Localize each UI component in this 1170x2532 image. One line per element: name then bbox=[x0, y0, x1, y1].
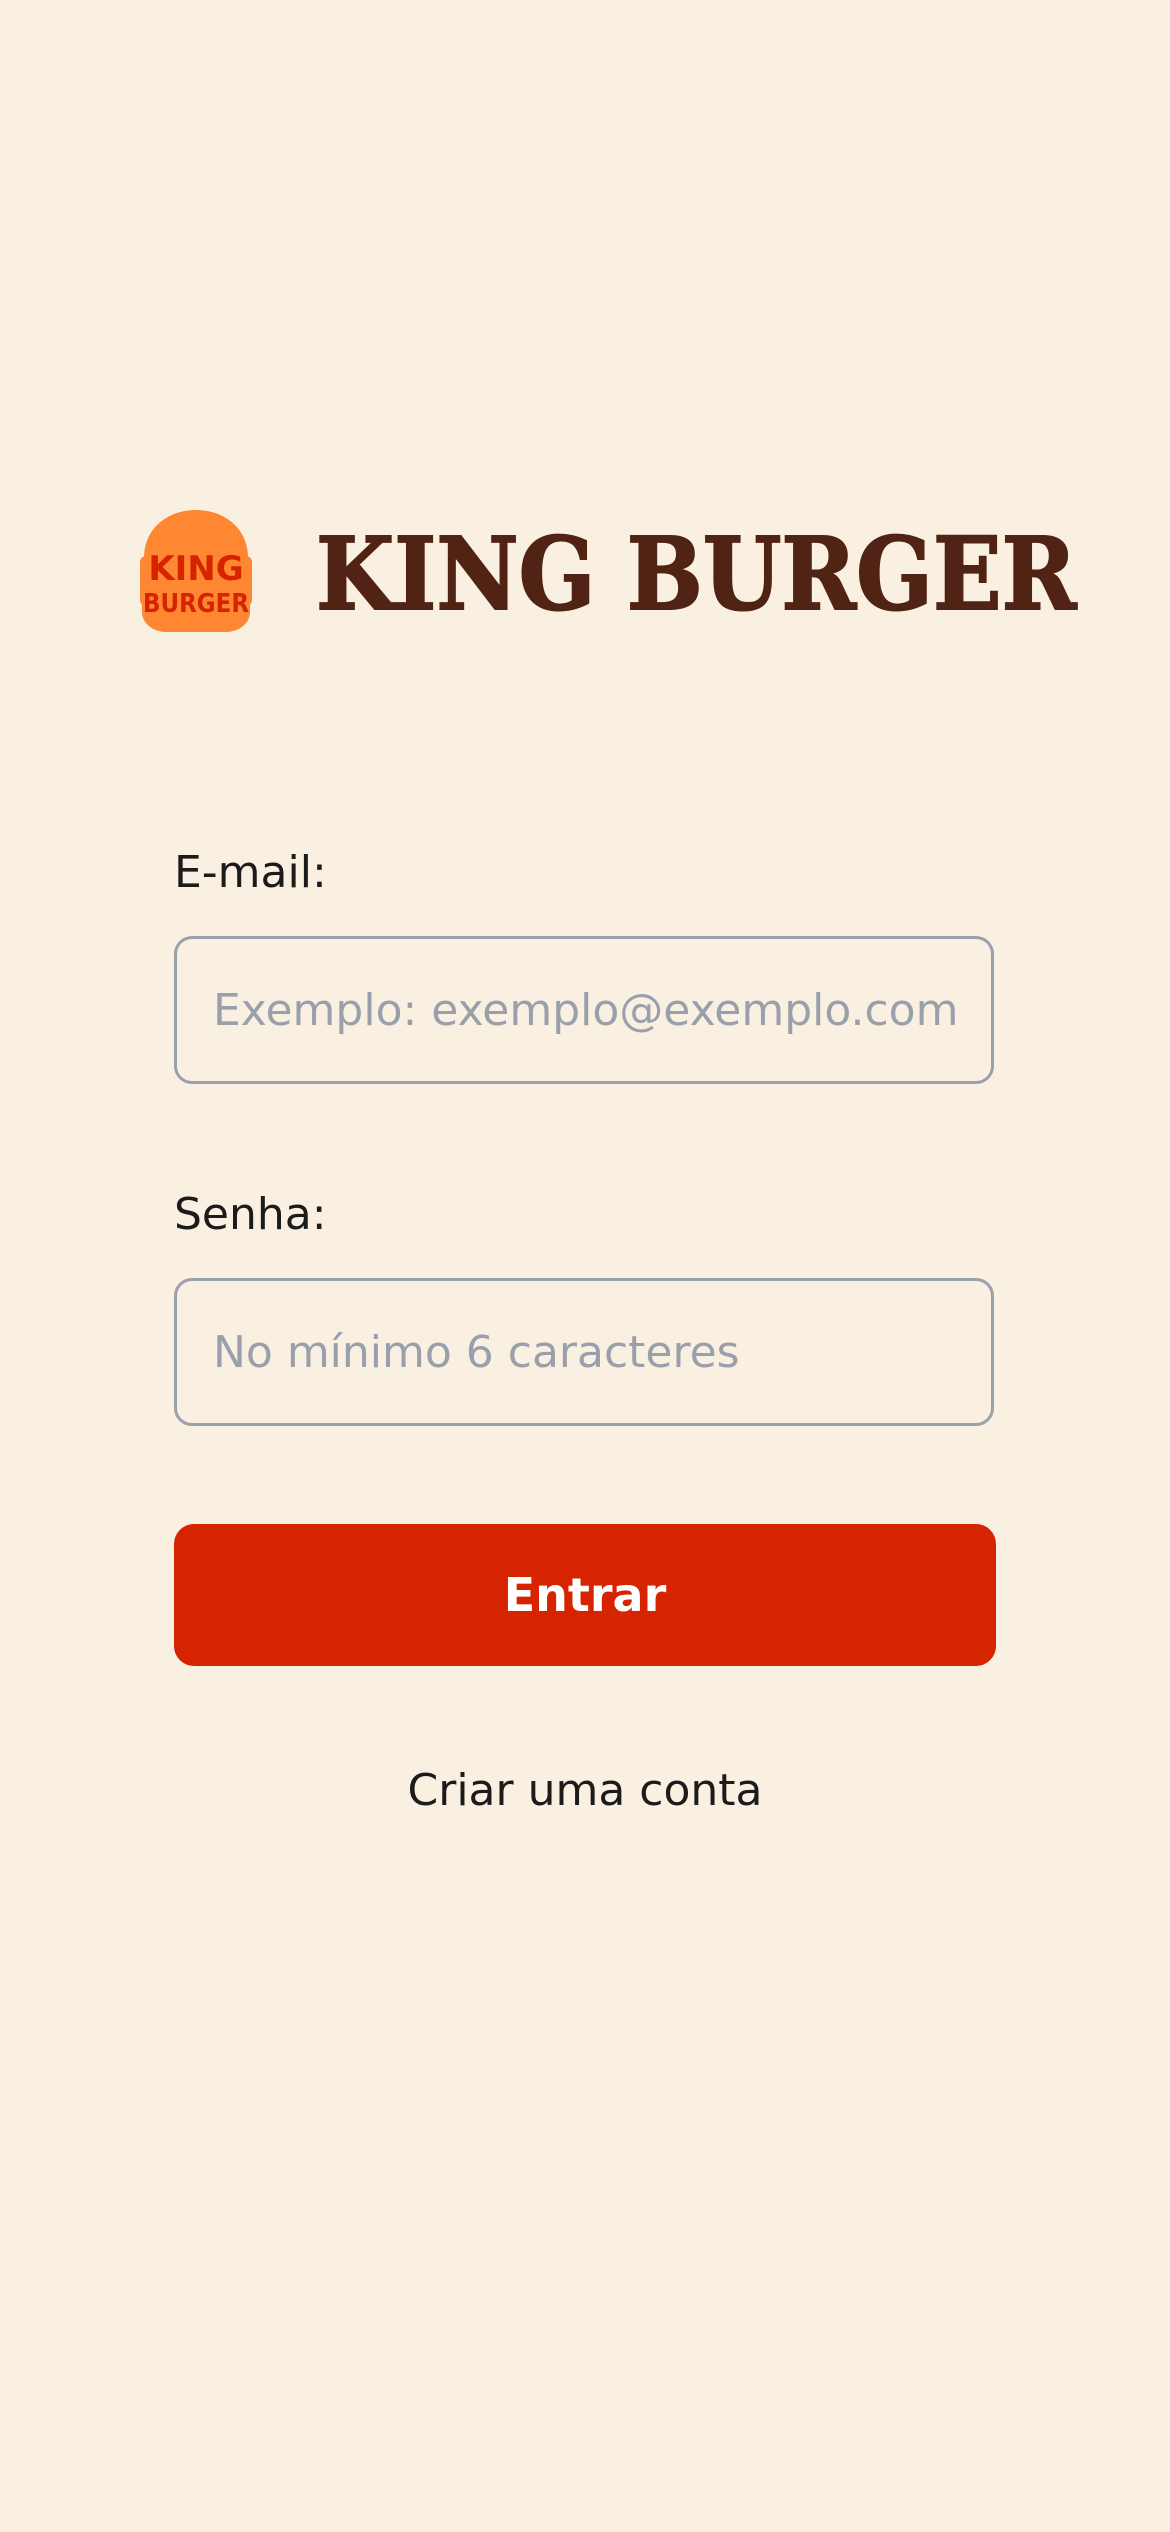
burger-logo-icon: KING BURGER bbox=[138, 508, 254, 632]
brand-header: KING BURGER KING BURGER bbox=[138, 508, 1077, 636]
password-label: Senha: bbox=[174, 1189, 327, 1240]
password-field[interactable] bbox=[174, 1278, 994, 1426]
logo-text-burger: BURGER bbox=[143, 589, 249, 619]
brand-name: KING BURGER bbox=[315, 514, 1077, 634]
login-screen: KING BURGER KING BURGER E-mail: Senha: E… bbox=[0, 0, 1170, 2532]
create-account-link[interactable]: Criar uma conta bbox=[174, 1764, 996, 1818]
login-button[interactable]: Entrar bbox=[174, 1524, 996, 1666]
logo-text-king: KING bbox=[148, 549, 243, 589]
email-label: E-mail: bbox=[174, 847, 327, 898]
email-field[interactable] bbox=[174, 936, 994, 1084]
